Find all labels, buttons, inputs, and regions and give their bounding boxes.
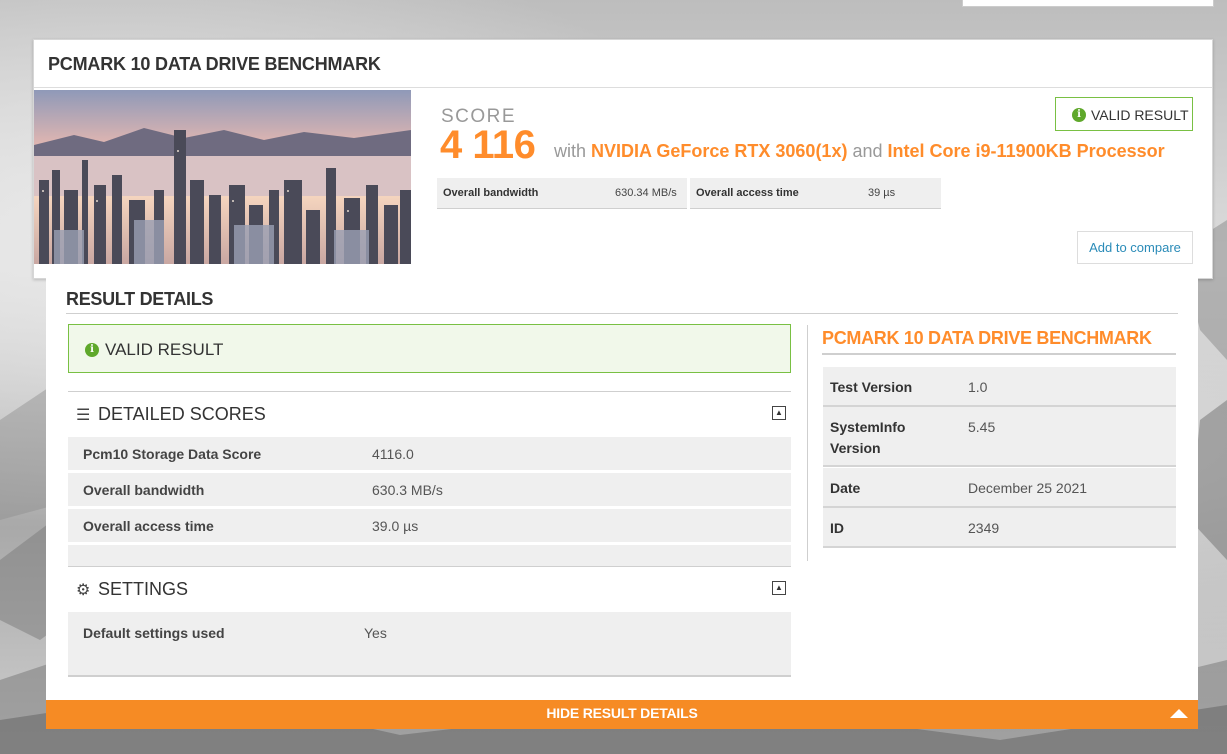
row-label: Overall bandwidth bbox=[83, 482, 205, 498]
score-value: 4 116 bbox=[440, 123, 536, 167]
row-value: 630.3 MB/s bbox=[372, 482, 443, 498]
valid-result-badge: i VALID RESULT bbox=[1055, 97, 1193, 131]
hide-result-details-label: HIDE RESULT DETAILS bbox=[546, 705, 698, 721]
result-details-title: RESULT DETAILS bbox=[66, 289, 214, 309]
info-icon: i bbox=[1072, 108, 1086, 122]
benchmark-title: PCMARK 10 DATA DRIVE BENCHMARK bbox=[48, 54, 381, 74]
benchmark-result-card: PCMARK 10 DATA DRIVE BENCHMARK SCORE 4 1… bbox=[33, 39, 1213, 279]
divider bbox=[822, 353, 1176, 355]
row-label: Overall access time bbox=[83, 518, 214, 534]
metric-overall-bandwidth: Overall bandwidth 630.34 MB/s bbox=[437, 178, 687, 209]
info-icon: i bbox=[85, 343, 99, 357]
card-divider bbox=[34, 87, 1212, 88]
valid-result-banner: i VALID RESULT bbox=[68, 324, 791, 373]
info-row: ID 2349 bbox=[823, 508, 1176, 548]
triangle-up-icon bbox=[1170, 709, 1188, 718]
divider bbox=[66, 313, 1178, 314]
top-panel-edge bbox=[962, 0, 1214, 7]
valid-result-text: VALID RESULT bbox=[105, 340, 224, 359]
info-label: Test Version bbox=[830, 379, 913, 395]
row-value: 4116.0 bbox=[372, 446, 414, 462]
table-row: Overall access time 39.0 µs bbox=[68, 509, 791, 542]
detailed-scores-title: DETAILED SCORES bbox=[98, 404, 266, 424]
hardware-summary: with NVIDIA GeForce RTX 3060(1x) and Int… bbox=[554, 141, 1165, 162]
table-row: Overall bandwidth 630.3 MB/s bbox=[68, 473, 791, 506]
table-spacer bbox=[68, 545, 791, 566]
metric-value: 630.34 MB/s bbox=[615, 187, 677, 199]
row-label: Pcm10 Storage Data Score bbox=[83, 446, 262, 462]
info-label: Date bbox=[830, 480, 861, 496]
collapse-up-icon[interactable]: ▲ bbox=[772, 406, 786, 420]
settings-header[interactable]: ⚙ SETTINGS ▲ bbox=[68, 566, 791, 613]
hide-result-details-button[interactable]: HIDE RESULT DETAILS bbox=[46, 700, 1198, 729]
row-value: 39.0 µs bbox=[372, 518, 419, 534]
info-label: ID bbox=[830, 520, 844, 536]
list-icon: ☰ bbox=[76, 407, 91, 424]
metric-label: Overall bandwidth bbox=[443, 187, 539, 199]
valid-result-label: VALID RESULT bbox=[1091, 107, 1189, 123]
info-row: Test Version 1.0 bbox=[823, 367, 1176, 407]
add-to-compare-button[interactable]: Add to compare bbox=[1077, 231, 1193, 264]
row-label: Default settings used bbox=[83, 625, 225, 641]
info-value: 2349 bbox=[968, 520, 1000, 536]
benchmark-cityscape-image bbox=[34, 90, 411, 264]
collapse-up-icon[interactable]: ▲ bbox=[772, 581, 786, 595]
gear-icon: ⚙ bbox=[76, 582, 91, 599]
metric-label: Overall access time bbox=[696, 187, 799, 199]
info-value: 5.45 bbox=[968, 419, 996, 435]
metric-overall-access-time: Overall access time 39 µs bbox=[690, 178, 941, 209]
metric-value: 39 µs bbox=[868, 187, 896, 199]
with-text: with bbox=[554, 141, 587, 161]
side-benchmark-title: PCMARK 10 DATA DRIVE BENCHMARK bbox=[822, 328, 1152, 348]
detailed-scores-header[interactable]: ☰ DETAILED SCORES ▲ bbox=[68, 391, 791, 438]
info-label: SystemInfo Version bbox=[830, 419, 906, 456]
info-value: December 25 2021 bbox=[968, 480, 1088, 496]
info-value: 1.0 bbox=[968, 379, 988, 395]
settings-title: SETTINGS bbox=[98, 579, 189, 599]
result-details-panel: RESULT DETAILS i VALID RESULT ☰ DETAILED… bbox=[46, 277, 1198, 701]
info-row: SystemInfo Version 5.45 bbox=[823, 407, 1176, 467]
row-value: Yes bbox=[364, 625, 387, 641]
column-divider bbox=[807, 325, 808, 561]
cpu-name[interactable]: Intel Core i9-11900KB Processor bbox=[888, 141, 1165, 161]
gpu-name[interactable]: NVIDIA GeForce RTX 3060(1x) bbox=[591, 141, 847, 161]
table-row: Default settings used Yes bbox=[68, 612, 791, 677]
info-row: Date December 25 2021 bbox=[823, 468, 1176, 508]
table-row: Pcm10 Storage Data Score 4116.0 bbox=[68, 437, 791, 470]
and-text: and bbox=[852, 141, 883, 161]
